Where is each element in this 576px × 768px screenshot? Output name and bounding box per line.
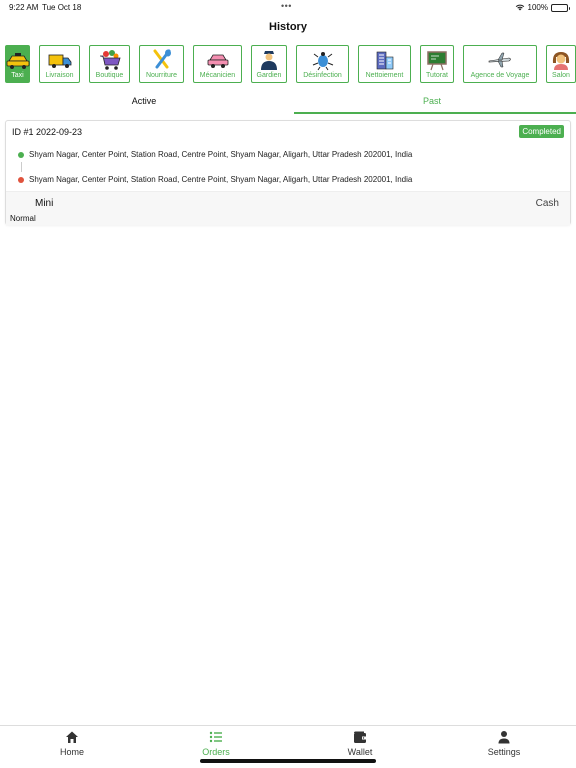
status-badge: Completed [519,125,564,138]
order-card[interactable]: ID #1 2022-09-23 Completed Shyam Nagar, … [5,120,571,225]
nav-label: Settings [487,747,521,757]
pickup-dot-icon [18,151,24,158]
category-desinfection[interactable]: Désinfection [296,45,349,83]
ride-type: Normal [10,214,36,223]
nav-label: Orders [202,747,230,757]
category-boutique[interactable]: Boutique [89,45,130,83]
car-repair-icon [207,54,228,68]
status-time: 9:22 AM [9,3,39,12]
order-id: ID #1 2022-09-23 [12,127,83,137]
person-icon [498,731,510,744]
tab-active[interactable]: Active [0,92,288,114]
wifi-icon [515,4,524,11]
dropoff-address: Shyam Nagar, Center Point, Station Road,… [29,175,413,184]
status-right: 100% [515,3,570,12]
history-tabs: Active Past [0,92,576,114]
vehicle-type: Mini [35,198,54,209]
nav-label: Home [59,747,84,757]
category-nettoiement[interactable]: Nettoiement [358,45,411,83]
category-label: Nettoiement [365,72,404,79]
category-label: Nourriture [145,72,178,79]
category-taxi[interactable]: Taxi [5,45,30,83]
category-label: Désinfection [303,72,342,79]
home-icon [66,731,78,743]
airplane-icon [488,52,511,68]
woman-hair-icon [552,52,570,70]
category-label: Tutorat [426,72,448,79]
taxi-icon [6,53,29,69]
category-salon[interactable]: Salon [546,45,576,83]
category-label: Livraison [45,72,74,79]
category-label: Mécanicien [199,72,236,79]
multitasking-dots-icon[interactable]: ••• [281,1,292,11]
battery-percent: 100% [527,3,548,12]
list-icon [209,731,222,743]
shopping-cart-icon [99,50,121,70]
category-label: Boutique [95,72,124,79]
category-label: Gardien [256,72,282,79]
nav-settings[interactable]: Settings [432,726,576,768]
guard-icon [261,51,277,70]
pickup-address: Shyam Nagar, Center Point, Station Road,… [29,150,413,159]
payment-method: Cash [535,198,559,209]
page-title: History [269,21,307,33]
battery-icon [551,3,570,12]
category-bar: Taxi Livraison Boutique Nourriture Mécan… [5,45,576,83]
category-mecanicien[interactable]: Mécanicien [193,45,242,83]
category-label: Salon [552,72,570,79]
dropoff-dot-icon [18,176,24,183]
category-livraison[interactable]: Livraison [39,45,80,83]
chalkboard-icon [427,51,447,71]
pickup-address-row: Shyam Nagar, Center Point, Station Road,… [18,150,412,159]
category-gardien[interactable]: Gardien [251,45,287,83]
home-indicator[interactable] [200,759,376,763]
category-label: Agence de Voyage [470,72,530,79]
truck-icon [48,54,71,68]
order-footer: Mini Cash Normal [6,191,570,225]
fork-knife-icon [153,49,171,69]
dropoff-address-row: Shyam Nagar, Center Point, Station Road,… [18,175,412,184]
route-line [20,162,22,172]
status-date: Tue Oct 18 [42,3,82,12]
disinfection-spray-icon [312,52,333,71]
category-tutorat[interactable]: Tutorat [420,45,454,83]
status-bar: 9:22 AM Tue Oct 18 ••• 100% [0,0,576,14]
wallet-icon [354,731,366,743]
nav-label: Wallet [347,747,373,757]
building-icon [376,51,393,70]
category-nourriture[interactable]: Nourriture [139,45,184,83]
tab-past[interactable]: Past [288,92,576,114]
category-label: Taxi [11,72,24,79]
nav-home[interactable]: Home [0,726,144,768]
category-agence-de-voyage[interactable]: Agence de Voyage [463,45,537,83]
